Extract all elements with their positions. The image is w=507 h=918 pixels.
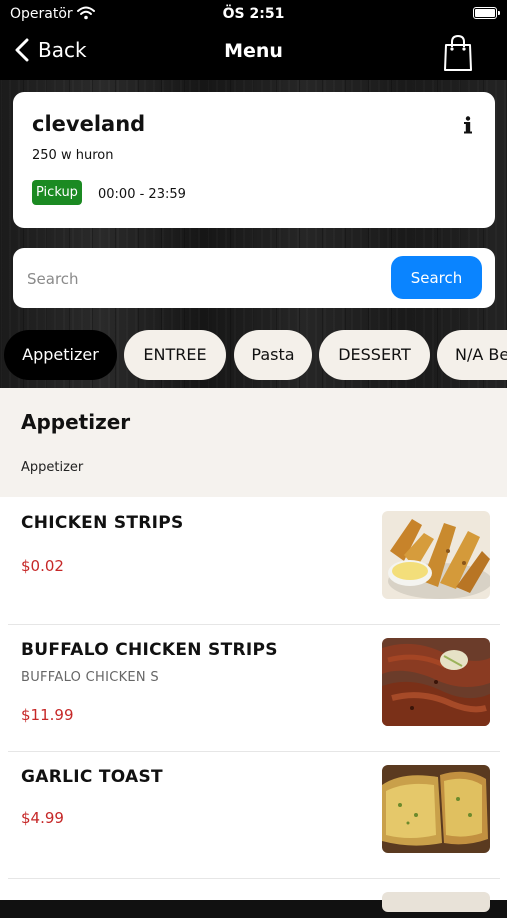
item-name: BUFFALO CHICKEN STRIPS [21,640,278,660]
tab-dessert[interactable]: DESSERT [319,330,430,380]
store-hours: 00:00 - 23:59 [98,187,186,202]
section-title: Appetizer [21,410,131,434]
info-icon[interactable] [463,116,473,134]
item-price: $11.99 [21,706,74,724]
item-name: GARLIC TOAST [21,767,163,787]
store-address: 250 w huron [32,148,114,163]
menu-item[interactable]: BUFFALO CHICKEN STRIPS BUFFALO CHICKEN S… [8,624,500,752]
menu-item-photo-partial[interactable] [382,892,490,912]
store-name: cleveland [32,112,146,136]
buffalo-chicken-image [382,638,490,726]
item-price: $4.99 [21,809,64,827]
menu-list: Appetizer Appetizer CHICKEN STRIPS $0.02… [0,388,507,912]
menu-item[interactable] [8,878,500,918]
search-bar: Search [13,248,495,308]
item-price: $0.02 [21,557,64,575]
tab-pasta[interactable]: Pasta [234,330,312,380]
status-bar: Operatör ÖS 2:51 [0,0,507,28]
store-card: cleveland 250 w huron Pickup 00:00 - 23:… [13,92,495,228]
pickup-badge: Pickup [32,180,82,205]
status-time: ÖS 2:51 [222,6,285,22]
menu-item[interactable]: CHICKEN STRIPS $0.02 [8,497,500,625]
category-tabs: Appetizer ENTREE Pasta DESSERT N/A Be [0,330,507,380]
battery-icon [473,7,500,19]
tab-entree[interactable]: ENTREE [124,330,226,380]
partial-photo [382,892,490,912]
garlic-toast-photo[interactable] [382,765,490,853]
search-input[interactable] [25,260,389,298]
tab-na-beverages[interactable]: N/A Be [437,330,507,380]
page-title: Menu [224,40,283,62]
item-name: CHICKEN STRIPS [21,513,184,533]
chicken-strips-photo[interactable] [382,511,490,599]
tab-appetizer[interactable]: Appetizer [4,330,117,380]
garlic-toast-image [382,765,490,853]
search-button[interactable]: Search [391,256,482,299]
section-subtitle: Appetizer [21,460,84,475]
item-description: BUFFALO CHICKEN S [21,670,159,685]
section-header: Appetizer Appetizer [0,388,507,497]
shopping-bag-icon[interactable] [443,34,473,72]
chicken-strips-image [382,511,490,599]
menu-item[interactable]: GARLIC TOAST $4.99 [8,751,500,879]
navigation-bar: Back Menu [0,28,507,80]
buffalo-chicken-strips-photo[interactable] [382,638,490,726]
